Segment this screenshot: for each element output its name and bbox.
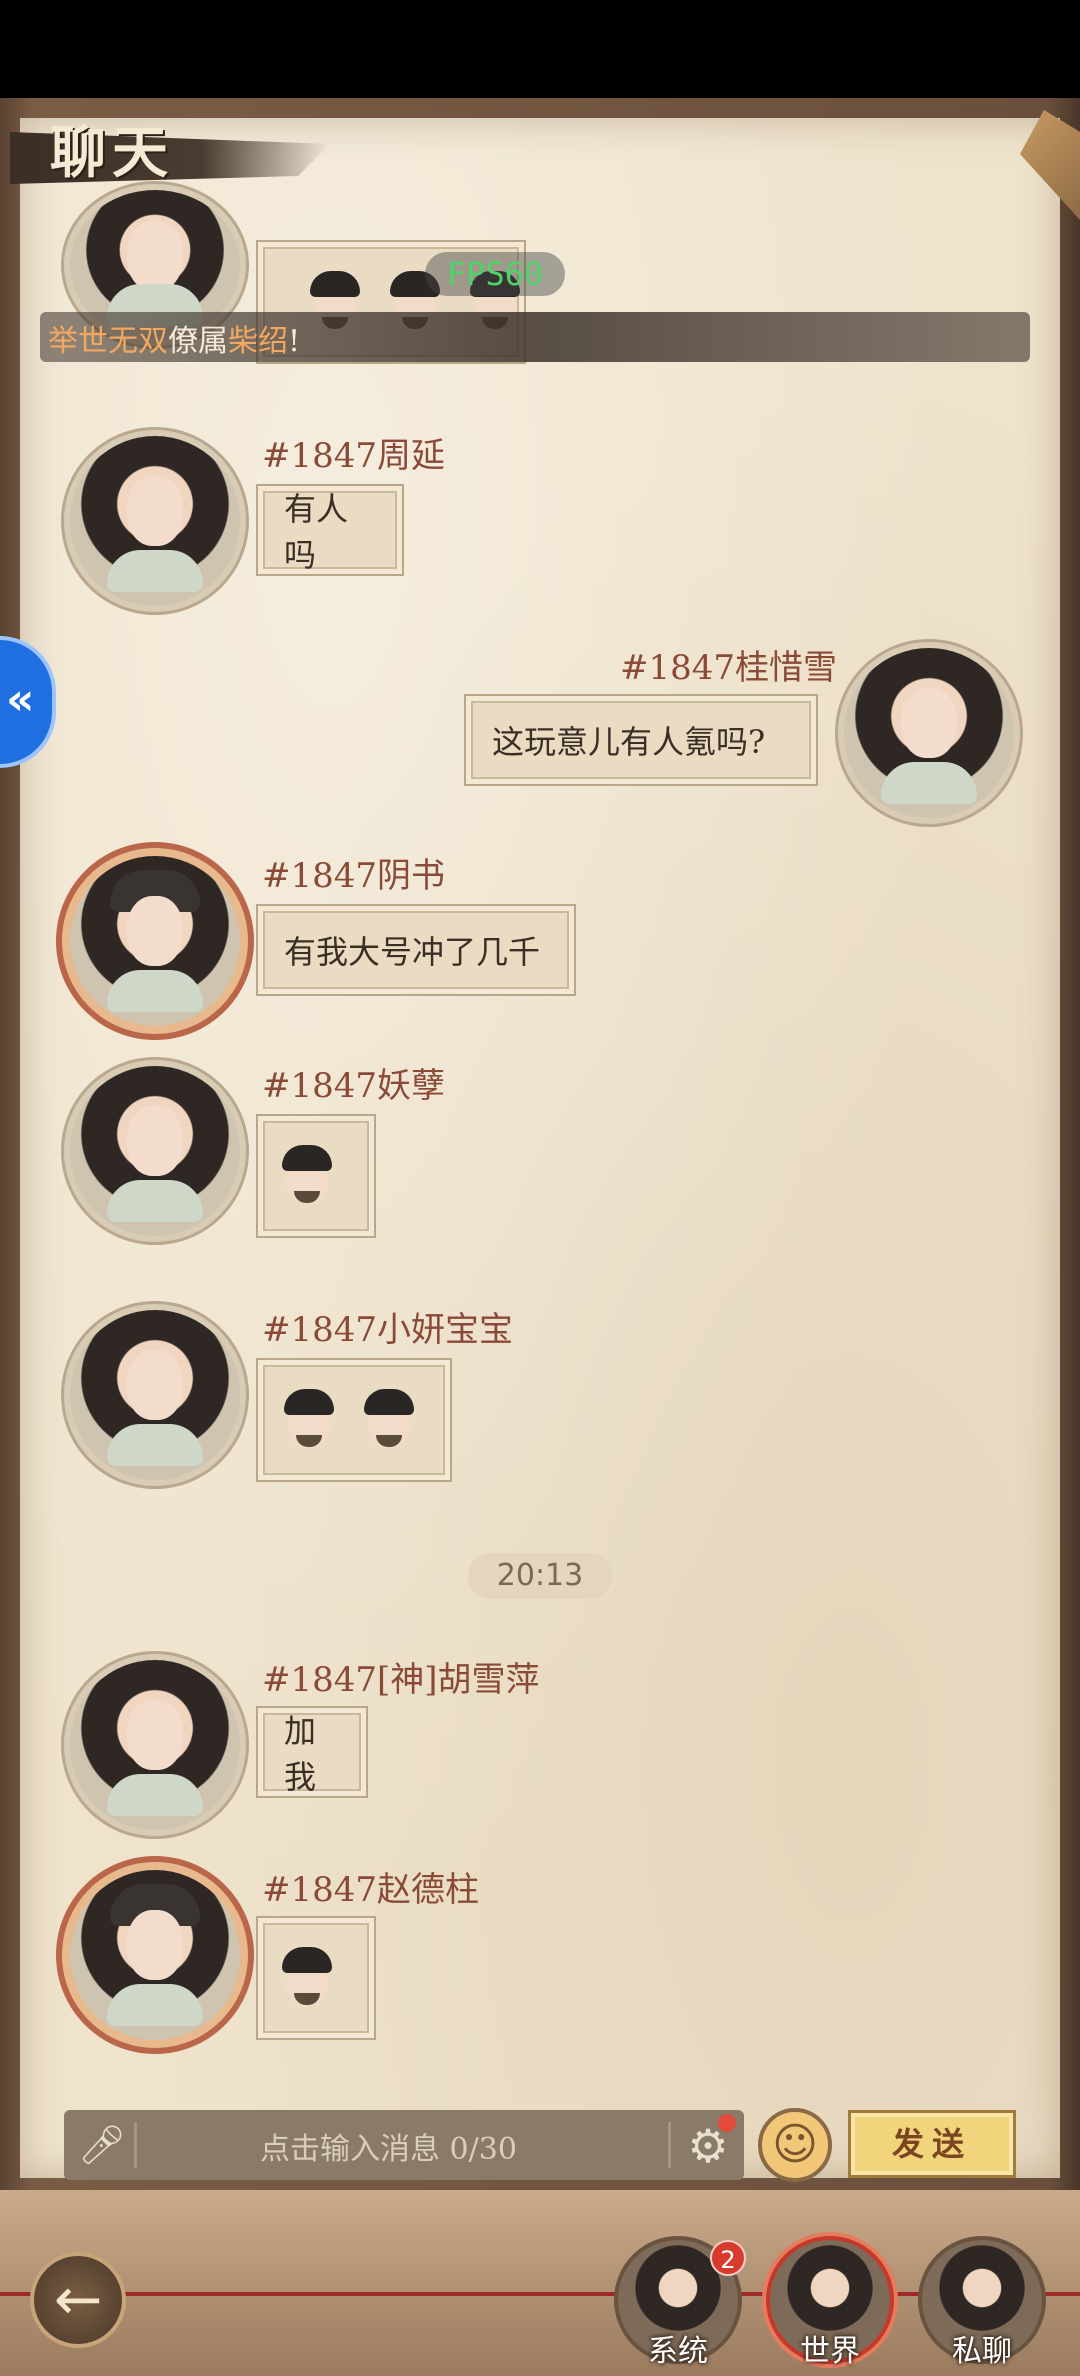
message-input[interactable]: 点击输入消息 0/30 xyxy=(260,2124,517,2168)
message-bubble[interactable]: 有我大号冲了几千 xyxy=(256,904,576,996)
avatar-robe xyxy=(107,1180,203,1222)
tab-world-label: 世界 xyxy=(800,2334,860,2369)
avatar-robe xyxy=(107,970,203,1012)
avatar-robe xyxy=(107,550,203,592)
notification-dot xyxy=(718,2114,736,2132)
sticker-icon xyxy=(274,1385,344,1455)
sender-name: #1847妖孽 xyxy=(262,1066,446,1106)
message-bubble[interactable]: 这玩意儿有人氪吗? xyxy=(464,694,818,786)
chevron-left-icon: « xyxy=(6,674,35,725)
emoji-row xyxy=(258,1385,440,1455)
sticker-icon xyxy=(354,1385,424,1455)
unread-badge: 2 xyxy=(710,2240,746,2276)
message-bubble-emoji[interactable] xyxy=(256,1916,376,2040)
avatar-robe xyxy=(107,1774,203,1816)
banner-title: 举世无双 xyxy=(48,324,168,359)
time-divider: 20:13 xyxy=(468,1553,612,1599)
sender-name: #1847小妍宝宝 xyxy=(262,1310,514,1350)
avatar[interactable] xyxy=(70,436,240,606)
avatar-face xyxy=(127,475,183,546)
message-text: 有我大号冲了几千 xyxy=(284,933,541,971)
message-bubble-emoji[interactable] xyxy=(256,1358,452,1482)
avatar-official[interactable] xyxy=(70,1870,240,2040)
divider xyxy=(668,2122,671,2168)
message-text: 这玩意儿有人氪吗? xyxy=(492,723,766,761)
avatar-face xyxy=(127,1699,183,1770)
avatar[interactable] xyxy=(844,648,1014,818)
avatar-official[interactable] xyxy=(70,856,240,1026)
sender-name: #1847阴书 xyxy=(262,856,446,896)
avatar-face xyxy=(127,1349,183,1420)
message-bubble-emoji[interactable] xyxy=(256,1114,376,1238)
message-bubble[interactable]: 加我 xyxy=(256,1706,368,1798)
avatar[interactable] xyxy=(70,1066,240,1236)
sender-name: #1847桂惜雪 xyxy=(620,648,838,688)
avatar-face xyxy=(127,1105,183,1176)
avatar-face xyxy=(127,1909,183,1980)
avatar-robe xyxy=(107,1424,203,1466)
emoji-icon[interactable]: ☺ xyxy=(758,2108,832,2182)
avatar[interactable] xyxy=(70,1310,240,1480)
avatar[interactable] xyxy=(70,1660,240,1830)
send-button[interactable]: 发送 xyxy=(848,2110,1016,2178)
avatar-face xyxy=(127,221,183,291)
tab-system-label: 系统 xyxy=(648,2334,708,2369)
avatar-face xyxy=(901,687,957,758)
avatar-robe xyxy=(881,762,977,804)
sticker-icon xyxy=(272,1141,342,1211)
banner-highlight: 柴绍 xyxy=(228,324,288,359)
avatar-robe xyxy=(107,1984,203,2026)
banner-middle: 僚属 xyxy=(168,324,228,359)
sender-name: #1847赵德柱 xyxy=(262,1870,480,1910)
sticker-icon xyxy=(272,1943,342,2013)
sender-name: #1847[神]胡雪萍 xyxy=(262,1660,540,1700)
message-text: 加我 xyxy=(284,1712,317,1796)
tab-private-label: 私聊 xyxy=(952,2334,1012,2369)
announcement-text: 举世无双僚属柴绍! xyxy=(48,316,300,360)
divider xyxy=(134,2122,137,2168)
avatar-face xyxy=(127,895,183,966)
sender-name: #1847周延 xyxy=(262,436,446,476)
mic-icon[interactable]: 🎤︎ xyxy=(74,2120,130,2170)
page-title: 聊天 xyxy=(50,120,174,186)
banner-suffix: ! xyxy=(288,324,301,359)
message-bubble[interactable]: 有人吗 xyxy=(256,484,404,576)
message-text: 有人吗 xyxy=(284,490,349,574)
fps-counter: FPS60 xyxy=(425,252,565,296)
back-arrow-icon[interactable]: ← xyxy=(30,2252,126,2348)
